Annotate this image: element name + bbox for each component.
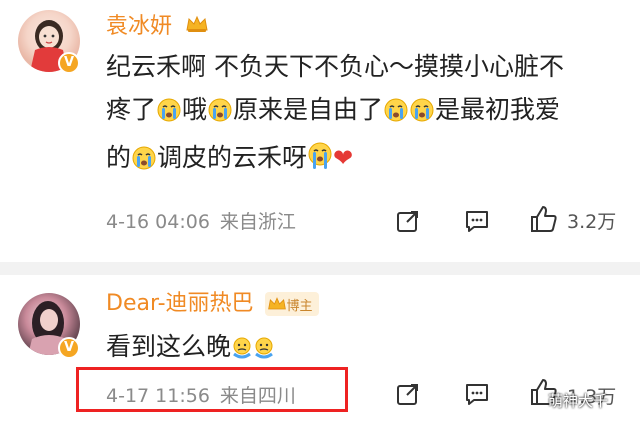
watermark: 萌神大千 xyxy=(548,392,609,410)
comment-icon[interactable] xyxy=(464,208,490,238)
heart-icon: ❤ xyxy=(333,144,354,172)
timestamp: 4-17 11:56 xyxy=(106,385,210,407)
crying-emoji-icon xyxy=(207,93,233,136)
author-name-row: 袁冰妍 xyxy=(106,8,209,40)
comment-text: 看到这么晚 xyxy=(106,325,618,373)
crying-emoji-icon xyxy=(131,141,157,184)
comment-line: 疼了 xyxy=(106,95,157,124)
comment-meta: 4-16 04:06 来自浙江 xyxy=(106,207,296,234)
author-name-row: Dear-迪丽热巴 博主 xyxy=(106,285,319,317)
comment-line: 哦 xyxy=(182,95,208,124)
comment-line: 看到这么晚 xyxy=(106,332,232,361)
timestamp: 4-16 04:06 xyxy=(106,211,210,233)
crying-emoji-icon xyxy=(409,93,435,136)
verified-icon: V xyxy=(58,52,80,74)
crying-emoji-icon xyxy=(156,93,182,136)
divider xyxy=(0,262,640,275)
crying-emoji-icon xyxy=(307,141,333,184)
crying-emoji-icon xyxy=(383,93,409,136)
location: 来自浙江 xyxy=(219,211,296,233)
comment-item: V Dear-迪丽热巴 博主 看到这么晚 4-17 11:56 来自四川 1.3万 xyxy=(0,275,640,422)
like-icon[interactable] xyxy=(528,203,560,239)
share-icon[interactable] xyxy=(395,208,421,238)
comment-line: 原来是自由了 xyxy=(233,95,384,124)
badge-label: 博主 xyxy=(286,298,313,314)
like-count: 3.2万 xyxy=(567,211,617,233)
comment-icon[interactable] xyxy=(464,381,490,411)
author-name[interactable]: 袁冰妍 xyxy=(106,14,172,39)
comment-line: 是最初我爱 xyxy=(435,95,561,124)
share-icon[interactable] xyxy=(395,381,421,411)
comment-line: 调皮的云禾呀 xyxy=(157,143,308,172)
comment-item: V 袁冰妍 纪云禾啊 不负天下不负心～摸摸小心脏不 疼了哦原来是自由了 是最初我爱… xyxy=(0,0,640,262)
author-name[interactable]: Dear-迪丽热巴 xyxy=(106,291,254,316)
crown-icon xyxy=(185,14,209,40)
comment-text: 纪云禾啊 不负天下不负心～摸摸小心脏不 疼了哦原来是自由了 是最初我爱 的调皮的云… xyxy=(106,45,618,184)
comment-line: 纪云禾啊 不负天下不负心～摸摸小心脏不 xyxy=(106,52,564,81)
comment-line: 的 xyxy=(106,143,132,172)
location: 来自四川 xyxy=(219,385,296,407)
verified-icon: V xyxy=(58,337,80,359)
blogger-badge: 博主 xyxy=(264,292,319,316)
comment-meta: 4-17 11:56 来自四川 xyxy=(106,381,296,408)
